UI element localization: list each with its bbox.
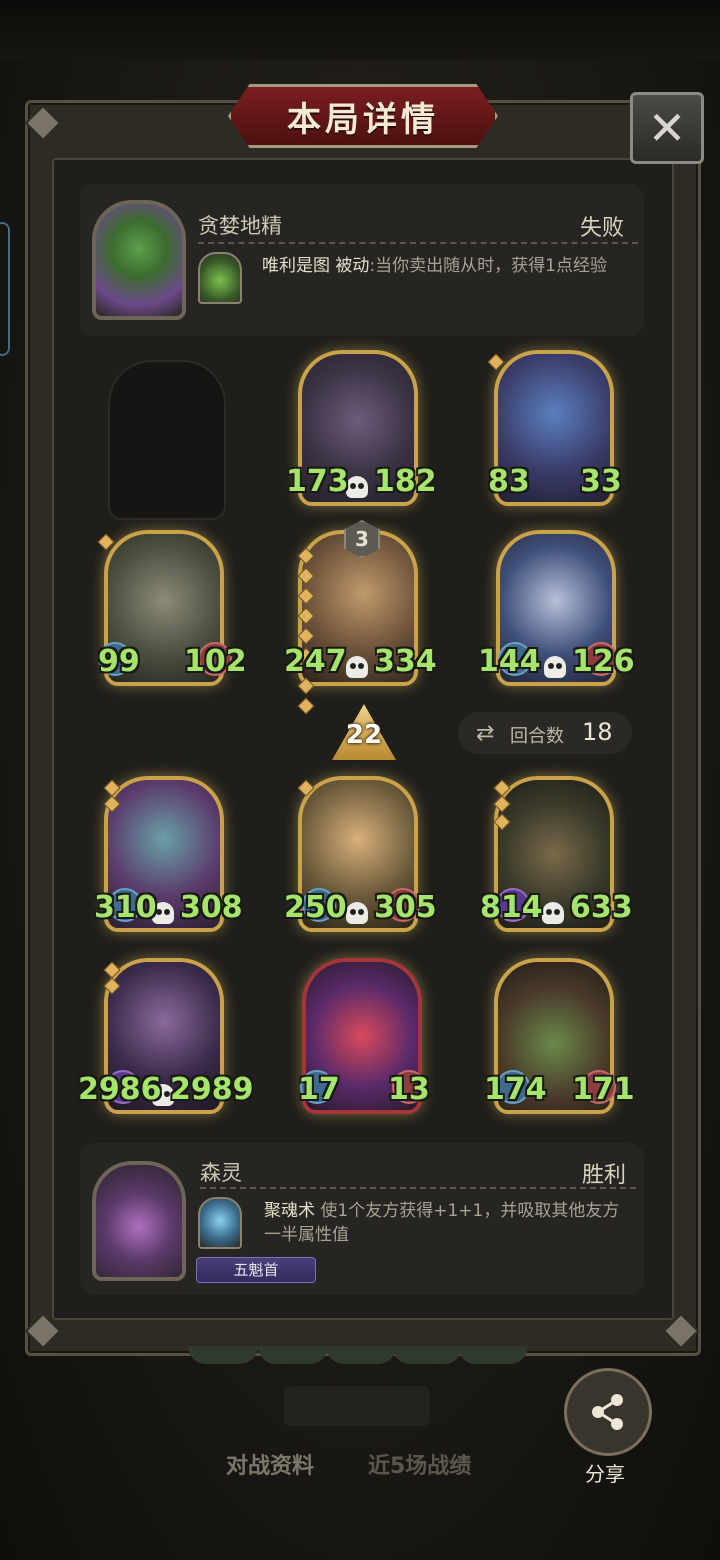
left-edge-panel xyxy=(0,222,10,356)
minion-health: 2989 xyxy=(170,1072,254,1107)
background-card xyxy=(188,1346,258,1364)
opponent-panel: 贪婪地精 失败 唯利是图 被动:当你卖出随从时，获得1点经验 xyxy=(80,184,644,336)
skull-icon xyxy=(346,902,368,924)
round-counter: ⇄ 回合数 18 xyxy=(458,712,632,754)
player-portrait xyxy=(92,1161,186,1281)
tavern-tier-value: 22 xyxy=(345,720,383,750)
minion-attack: 99 xyxy=(98,644,140,679)
hero-power-text: 使1个友方获得+1+1，并吸取其他友方一半属性值 xyxy=(264,1201,620,1245)
minion-health: 33 xyxy=(580,464,622,499)
hero-power-description: 唯利是图 被动:当你卖出随从时，获得1点经验 xyxy=(262,254,632,278)
hero-power-name: 聚魂术 xyxy=(264,1201,315,1221)
round-value: 18 xyxy=(582,718,613,746)
player-panel: 森灵 胜利 聚魂术 使1个友方获得+1+1，并吸取其他友方一半属性值 xyxy=(80,1143,644,1295)
minion-attack: 83 xyxy=(488,464,530,499)
round-label: 回合数 xyxy=(510,726,564,747)
minion-attack: 250 xyxy=(284,890,347,925)
player-name: 森灵 xyxy=(200,1161,242,1185)
minion-attack: 144 xyxy=(478,644,541,679)
minion-card[interactable]: 2986 2989 xyxy=(78,958,254,1114)
minion-attack: 247 xyxy=(284,644,347,679)
close-button[interactable]: ✕ xyxy=(630,92,704,164)
hero-power-icon xyxy=(198,1197,242,1249)
skull-icon xyxy=(542,902,564,924)
minion-card[interactable]: 250 305 xyxy=(284,776,437,932)
divider xyxy=(200,1187,636,1189)
minion-card[interactable]: 144 126 xyxy=(478,530,635,686)
share-icon xyxy=(592,1394,623,1430)
minion-health: 308 xyxy=(180,890,243,925)
minion-attack: 2986 xyxy=(78,1072,162,1107)
opponent-result: 失败 xyxy=(580,216,625,241)
opponent-name: 贪婪地精 xyxy=(198,214,282,238)
opponent-portrait xyxy=(92,200,186,320)
minion-card[interactable]: 173 182 xyxy=(286,350,437,506)
minion-attack: 17 xyxy=(298,1072,340,1107)
hero-power-description: 聚魂术 使1个友方获得+1+1，并吸取其他友方一半属性值 xyxy=(264,1199,636,1247)
background-card xyxy=(258,1346,328,1364)
background-card xyxy=(458,1346,528,1364)
background-card xyxy=(326,1346,396,1364)
player-result: 胜利 xyxy=(582,1163,627,1188)
tab-battle-info[interactable]: 对战资料 xyxy=(226,1448,314,1480)
background-button xyxy=(284,1386,430,1426)
background-card xyxy=(392,1346,462,1364)
swap-icon: ⇄ xyxy=(476,721,495,746)
minion-card[interactable]: 174 171 xyxy=(484,958,635,1114)
minion-health: 334 xyxy=(374,644,437,679)
minion-card[interactable]: 814 633 xyxy=(480,776,633,932)
share-label: 分享 xyxy=(585,1462,625,1486)
modal-title: 本局详情 xyxy=(287,99,439,140)
skull-icon xyxy=(346,656,368,678)
minion-health: 182 xyxy=(374,464,437,499)
player-title-tag: 五魁首 xyxy=(196,1257,316,1283)
title-plate: 本局详情 xyxy=(228,84,498,148)
minion-health: 171 xyxy=(572,1072,635,1107)
minion-attack: 814 xyxy=(480,890,543,925)
top-bar xyxy=(0,0,720,60)
minion-card[interactable]: 83 33 xyxy=(487,350,622,506)
skull-icon xyxy=(544,656,566,678)
tab-recent-5-matches[interactable]: 近5场战绩 xyxy=(368,1448,471,1480)
minion-attack: 174 xyxy=(484,1072,547,1107)
tavern-tier-badge: 22 xyxy=(332,704,396,760)
skull-icon xyxy=(346,476,368,498)
minion-health: 126 xyxy=(572,644,635,679)
divider xyxy=(198,242,638,244)
minion-health: 102 xyxy=(184,644,247,679)
hero-power-type: 被动 xyxy=(335,256,370,276)
hero-power-icon xyxy=(198,252,242,304)
minion-health: 13 xyxy=(388,1072,430,1107)
minion-health: 633 xyxy=(570,890,633,925)
minion-attack: 310 xyxy=(94,890,157,925)
share-button[interactable] xyxy=(564,1368,652,1456)
close-icon: ✕ xyxy=(647,101,687,155)
minion-card[interactable]: 310 308 xyxy=(94,776,243,932)
hero-power-name: 唯利是图 xyxy=(262,256,330,276)
minion-card[interactable]: 99 102 xyxy=(97,530,247,686)
hero-power-text: :当你卖出随从时，获得1点经验 xyxy=(369,256,607,276)
minion-attack: 173 xyxy=(286,464,349,499)
minion-card[interactable]: 17 13 xyxy=(298,958,430,1114)
minion-health: 305 xyxy=(374,890,437,925)
empty-minion-slot xyxy=(108,360,226,520)
